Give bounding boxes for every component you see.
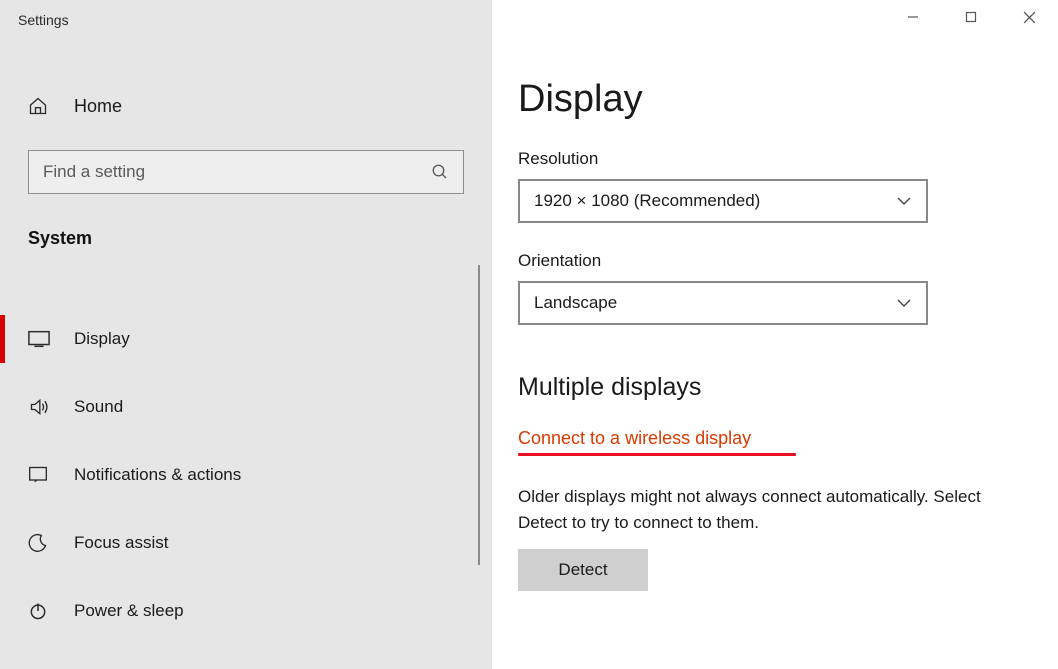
window-controls [884, 0, 1058, 34]
sidebar-item-focus-assist[interactable]: Focus assist [0, 509, 492, 577]
sidebar-item-power-sleep[interactable]: Power & sleep [0, 577, 492, 645]
chevron-down-icon [896, 298, 912, 308]
sidebar-nav: Display Sound Notifications & actions Fo… [0, 305, 492, 645]
sidebar-item-display[interactable]: Display [0, 305, 492, 373]
sound-icon [28, 397, 52, 417]
sidebar-item-sound[interactable]: Sound [0, 373, 492, 441]
detect-button[interactable]: Detect [518, 549, 648, 591]
chevron-down-icon [896, 196, 912, 206]
connect-wireless-link[interactable]: Connect to a wireless display [518, 428, 751, 449]
resolution-value: 1920 × 1080 (Recommended) [534, 191, 760, 211]
home-icon [28, 96, 52, 116]
home-nav-item[interactable]: Home [0, 80, 492, 132]
sidebar: Settings Home System Display Sound [0, 0, 492, 669]
sidebar-item-label: Notifications & actions [74, 465, 241, 485]
search-input[interactable] [43, 162, 431, 182]
window-title: Settings [0, 0, 492, 40]
window-title-text: Settings [18, 12, 69, 28]
close-button[interactable] [1000, 0, 1058, 34]
category-heading: System [0, 228, 492, 249]
maximize-button[interactable] [942, 0, 1000, 34]
display-icon [28, 330, 52, 348]
minimize-button[interactable] [884, 0, 942, 34]
resolution-label: Resolution [518, 149, 1058, 169]
resolution-group: Resolution 1920 × 1080 (Recommended) [518, 149, 1058, 223]
orientation-group: Orientation Landscape [518, 251, 1058, 325]
sidebar-item-label: Display [74, 329, 130, 349]
page-title: Display [518, 78, 1058, 121]
search-box[interactable] [28, 150, 464, 194]
power-icon [28, 601, 52, 621]
detect-help-text: Older displays might not always connect … [518, 484, 1018, 535]
notifications-icon [28, 465, 52, 485]
search-icon [431, 163, 449, 181]
main-content: Display Resolution 1920 × 1080 (Recommen… [492, 0, 1058, 669]
resolution-dropdown[interactable]: 1920 × 1080 (Recommended) [518, 179, 928, 223]
orientation-dropdown[interactable]: Landscape [518, 281, 928, 325]
sidebar-item-label: Power & sleep [74, 601, 184, 621]
orientation-value: Landscape [534, 293, 617, 313]
multiple-displays-heading: Multiple displays [518, 373, 1058, 402]
orientation-label: Orientation [518, 251, 1058, 271]
sidebar-item-label: Focus assist [74, 533, 168, 553]
sidebar-item-notifications[interactable]: Notifications & actions [0, 441, 492, 509]
connect-wireless-link-row: Connect to a wireless display [518, 428, 796, 456]
home-label: Home [74, 96, 122, 117]
moon-icon [28, 533, 52, 553]
sidebar-item-label: Sound [74, 397, 123, 417]
highlight-underline [518, 453, 796, 456]
